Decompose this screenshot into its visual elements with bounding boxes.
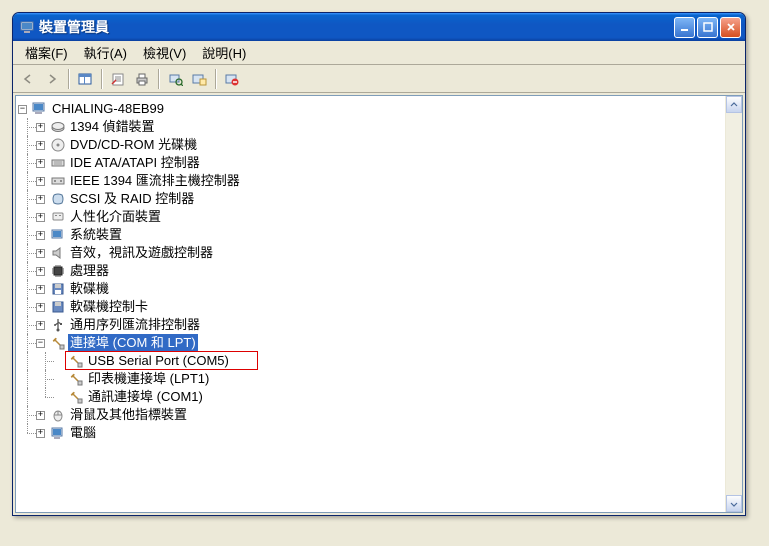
expand-icon[interactable]: +: [36, 285, 45, 294]
close-button[interactable]: [720, 17, 741, 38]
item-label: 印表機連接埠 (LPT1): [86, 370, 211, 388]
item-label: 軟碟機: [68, 280, 111, 298]
tree-item-port-child[interactable]: 印表機連接埠 (LPT1): [18, 370, 740, 388]
update-driver-button[interactable]: [188, 68, 210, 90]
expand-icon[interactable]: +: [36, 429, 45, 438]
system-device-icon: [50, 227, 66, 243]
tree-item[interactable]: + 音效，視訊及遊戲控制器: [18, 244, 740, 262]
forward-button[interactable]: [41, 68, 63, 90]
scsi-icon: [50, 191, 66, 207]
tree-item[interactable]: + 電腦: [18, 424, 740, 442]
device-tree[interactable]: − CHIALING-48EB99 + 1394 偵錯裝置 + DVD/CD-R…: [16, 96, 742, 512]
processor-icon: [50, 263, 66, 279]
computer-category-icon: [50, 425, 66, 441]
expand-icon[interactable]: +: [36, 177, 45, 186]
item-label: SCSI 及 RAID 控制器: [68, 190, 196, 208]
hid-icon: [50, 209, 66, 225]
tree-item[interactable]: + 系統裝置: [18, 226, 740, 244]
tree-item[interactable]: + 通用序列匯流排控制器: [18, 316, 740, 334]
tree-item[interactable]: + 1394 偵錯裝置: [18, 118, 740, 136]
app-icon: [19, 19, 35, 35]
show-hide-button[interactable]: [74, 68, 96, 90]
uninstall-button[interactable]: [221, 68, 243, 90]
item-label: 音效，視訊及遊戲控制器: [68, 244, 215, 262]
device-icon: [50, 119, 66, 135]
expand-icon[interactable]: +: [36, 159, 45, 168]
properties-button[interactable]: [107, 68, 129, 90]
tree-item[interactable]: + 滑鼠及其他指標裝置: [18, 406, 740, 424]
expand-icon[interactable]: +: [36, 249, 45, 258]
expand-icon[interactable]: +: [36, 303, 45, 312]
scroll-up-button[interactable]: [726, 96, 742, 113]
tree-item[interactable]: + DVD/CD-ROM 光碟機: [18, 136, 740, 154]
window-title: 裝置管理員: [39, 17, 674, 37]
item-label: IEEE 1394 匯流排主機控制器: [68, 172, 242, 190]
tree-item[interactable]: + 軟碟機控制卡: [18, 298, 740, 316]
tree-item[interactable]: + IEEE 1394 匯流排主機控制器: [18, 172, 740, 190]
ieee1394-icon: [50, 173, 66, 189]
minimize-button[interactable]: [674, 17, 695, 38]
port-icon: [68, 371, 84, 387]
tree-item-port-child[interactable]: USB Serial Port (COM5): [18, 352, 740, 370]
titlebar[interactable]: 裝置管理員: [13, 13, 745, 41]
toolbar: [13, 65, 745, 93]
sound-icon: [50, 245, 66, 261]
tree-item[interactable]: + IDE ATA/ATAPI 控制器: [18, 154, 740, 172]
mouse-icon: [50, 407, 66, 423]
expand-icon[interactable]: +: [36, 195, 45, 204]
root-label: CHIALING-48EB99: [50, 100, 166, 118]
tree-pane: − CHIALING-48EB99 + 1394 偵錯裝置 + DVD/CD-R…: [15, 95, 743, 513]
item-label: 通用序列匯流排控制器: [68, 316, 202, 334]
item-label: 處理器: [68, 262, 111, 280]
back-button[interactable]: [17, 68, 39, 90]
print-button[interactable]: [131, 68, 153, 90]
collapse-icon[interactable]: −: [18, 105, 27, 114]
port-icon: [68, 389, 84, 405]
expand-icon[interactable]: +: [36, 213, 45, 222]
ide-controller-icon: [50, 155, 66, 171]
collapse-icon[interactable]: −: [36, 339, 45, 348]
tree-item-ports[interactable]: − 連接埠 (COM 和 LPT): [18, 334, 740, 352]
highlight-box: [65, 351, 258, 370]
vertical-scrollbar[interactable]: [725, 96, 742, 512]
expand-icon[interactable]: +: [36, 231, 45, 240]
expand-icon[interactable]: +: [36, 411, 45, 420]
tree-item[interactable]: + SCSI 及 RAID 控制器: [18, 190, 740, 208]
tree-item-port-child[interactable]: 通訊連接埠 (COM1): [18, 388, 740, 406]
tree-item[interactable]: + 處理器: [18, 262, 740, 280]
scan-hardware-button[interactable]: [164, 68, 186, 90]
menubar: 檔案(F) 執行(A) 檢視(V) 說明(H): [13, 41, 745, 65]
floppy-icon: [50, 281, 66, 297]
menu-action[interactable]: 執行(A): [76, 41, 135, 64]
expand-icon[interactable]: +: [36, 321, 45, 330]
tree-item[interactable]: + 人性化介面裝置: [18, 208, 740, 226]
disc-drive-icon: [50, 137, 66, 153]
usb-controller-icon: [50, 317, 66, 333]
item-label: 人性化介面裝置: [68, 208, 163, 226]
item-label: IDE ATA/ATAPI 控制器: [68, 154, 202, 172]
menu-help[interactable]: 說明(H): [194, 41, 254, 64]
ports-icon: [50, 335, 66, 351]
maximize-button[interactable]: [697, 17, 718, 38]
tree-root[interactable]: − CHIALING-48EB99: [18, 100, 740, 118]
floppy-controller-icon: [50, 299, 66, 315]
tree-item[interactable]: + 軟碟機: [18, 280, 740, 298]
menu-file[interactable]: 檔案(F): [17, 41, 76, 64]
device-manager-window: 裝置管理員 檔案(F) 執行(A) 檢視(V) 說明(H) −: [12, 12, 746, 516]
item-label: DVD/CD-ROM 光碟機: [68, 136, 199, 154]
scroll-down-button[interactable]: [726, 495, 742, 512]
item-label: 通訊連接埠 (COM1): [86, 388, 205, 406]
computer-icon: [32, 101, 48, 117]
expand-icon[interactable]: +: [36, 141, 45, 150]
item-label: 連接埠 (COM 和 LPT): [68, 334, 198, 352]
menu-view[interactable]: 檢視(V): [135, 41, 194, 64]
item-label: 軟碟機控制卡: [68, 298, 150, 316]
item-label: 1394 偵錯裝置: [68, 118, 157, 136]
item-label: 滑鼠及其他指標裝置: [68, 406, 189, 424]
item-label: 系統裝置: [68, 226, 124, 244]
item-label: 電腦: [68, 424, 98, 442]
expand-icon[interactable]: +: [36, 123, 45, 132]
expand-icon[interactable]: +: [36, 267, 45, 276]
